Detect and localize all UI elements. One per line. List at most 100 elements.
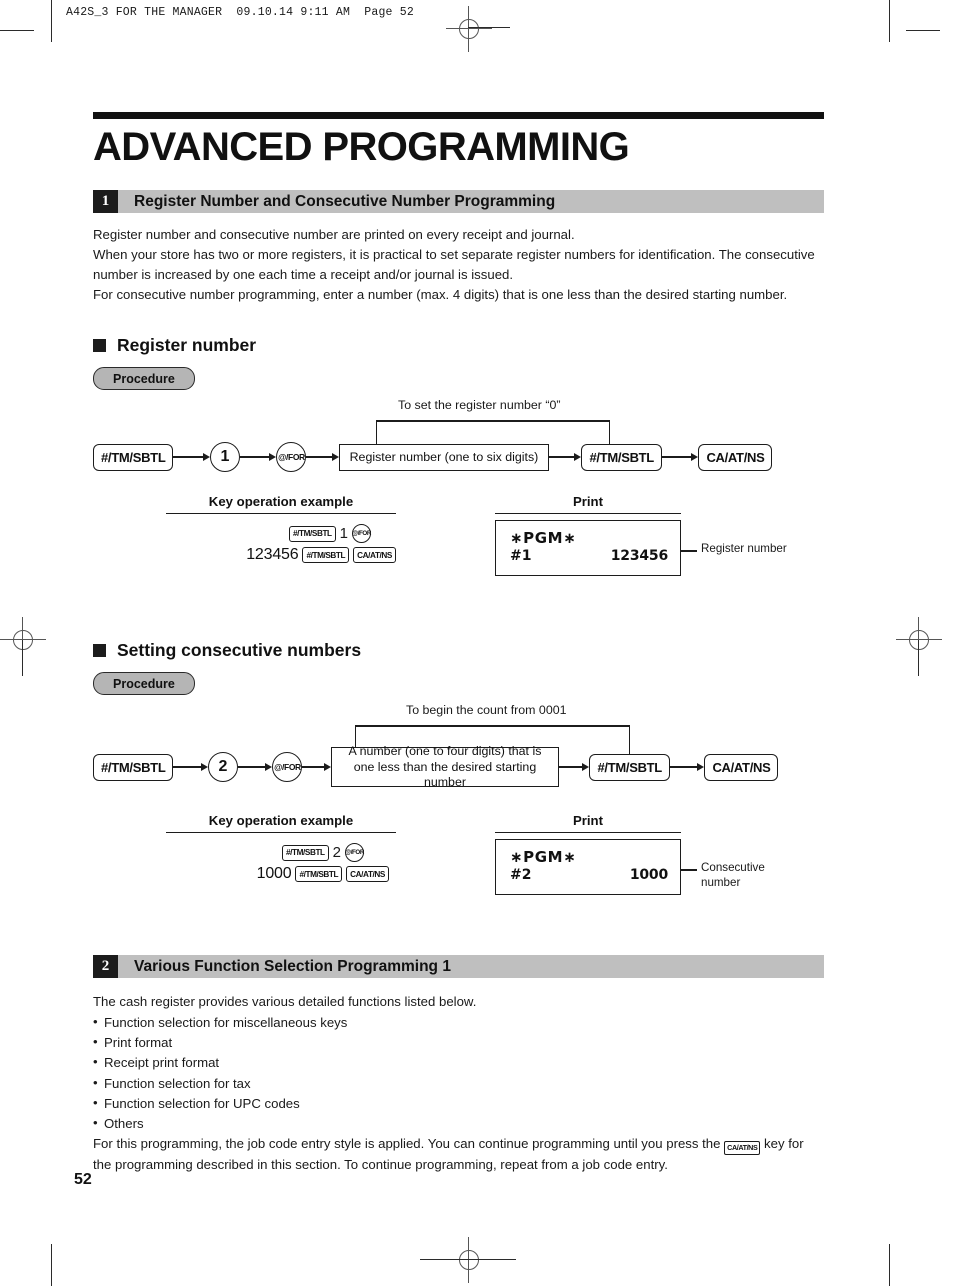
callout-leader-line-2 (681, 869, 697, 871)
crop-rule-bottom (420, 1259, 516, 1260)
list-item: Function selection for UPC codes (93, 1093, 824, 1114)
key-operation-example-2: #/TM/SBTL 2 @/FOR 1000 #/TM/SBTL CA/AT/N… (186, 843, 389, 883)
example-key-caatns-2[interactable]: CA/AT/NS (346, 866, 389, 883)
section-title-1: Register Number and Consecutive Number P… (118, 190, 824, 213)
subsection-heading-register-number: Register number (93, 335, 824, 356)
flow-entry-box-2[interactable]: A number (one to four digits) that is on… (330, 744, 559, 789)
example-digit-1: 1 (339, 525, 348, 543)
registration-mark-left (0, 617, 46, 663)
procedure-badge-1: Procedure (93, 367, 195, 391)
print-receipt-2: ∗PGM∗ #2 1000 (495, 839, 681, 896)
section-2-bullet-list: Function selection for miscellaneous key… (93, 1012, 824, 1134)
example-digit-2: 2 (332, 844, 341, 862)
section-1-paragraph-3: For consecutive number programming, ente… (93, 287, 788, 303)
registration-mark-right (896, 617, 942, 663)
example-key-for-2[interactable]: @/FOR (345, 843, 364, 863)
example-amount-2: 1000 (256, 865, 292, 883)
flow-arrow-1c (306, 453, 339, 462)
list-item: Print format (93, 1032, 824, 1053)
crop-mark-top-left-vertical (51, 0, 52, 42)
flow-diagram-consecutive-numbers: To begin the count from 0001 #/TM/SBTL 2… (93, 703, 824, 789)
crop-mark-top-left-horizontal (0, 30, 34, 31)
key-example-row-2a: #/TM/SBTL 2 @/FOR (186, 843, 389, 863)
page-number: 52 (74, 1171, 92, 1188)
key-operation-example-header-1: Key operation example (166, 494, 396, 515)
receipt-line-1: #1 123456 (510, 548, 668, 564)
callout-text-2: Consecutive number (701, 861, 765, 889)
crop-mark-bottom-right-vertical (889, 1244, 890, 1286)
section-number-badge-1: 1 (93, 190, 118, 213)
section-header-1: 1 Register Number and Consecutive Number… (93, 190, 824, 213)
flow-key-caatns-1[interactable]: CA/AT/NS (698, 443, 773, 471)
page-title: ADVANCED PROGRAMMING (93, 125, 630, 169)
example-key-for-1[interactable]: @/FOR (352, 524, 371, 544)
flow-key-for-1[interactable]: @/FOR (276, 442, 307, 473)
key-operation-example-header-2: Key operation example (166, 813, 396, 834)
section-2-outro-part-a: For this programming, the job code entry… (93, 1135, 721, 1151)
print-header-1: Print (495, 494, 681, 515)
flow-diagram-register-number: To set the register number “0” #/TM/SBTL… (93, 398, 824, 473)
flow-arrow-2c (302, 763, 331, 772)
example-amount-1: 123456 (246, 546, 299, 564)
flow-digit-1[interactable]: 1 (209, 442, 240, 473)
key-example-row-1b: 123456 #/TM/SBTL CA/AT/NS (186, 546, 396, 564)
print-receipt-1: ∗PGM∗ #1 123456 (495, 520, 681, 577)
section-1-paragraph-1: Register number and consecutive number a… (93, 227, 575, 242)
subsection-heading-consecutive-numbers: Setting consecutive numbers (93, 640, 824, 661)
example-print-panels-2: Key operation example Print #/TM/SBTL 2 … (93, 813, 824, 909)
callout-text-1: Register number (701, 542, 787, 556)
crop-mark-top-right-horizontal (906, 30, 940, 31)
black-square-bullet-icon (93, 339, 106, 353)
flow-digit-2[interactable]: 2 (207, 752, 238, 783)
flow-key-tmsbtl-2b[interactable]: #/TM/SBTL (589, 753, 670, 781)
key-operation-example-1: #/TM/SBTL 1 @/FOR 123456 #/TM/SBTL CA/AT… (186, 524, 396, 564)
section-1-paragraph-2: When your store has two or more register… (93, 247, 815, 283)
flow-key-tmsbtl-1b[interactable]: #/TM/SBTL (581, 443, 662, 471)
flow-key-tmsbtl-2a[interactable]: #/TM/SBTL (93, 753, 174, 781)
receipt-id-1: #1 (510, 548, 532, 565)
receipt-line-2: #2 1000 (510, 867, 668, 883)
example-key-tmsbtl-2b[interactable]: #/TM/SBTL (295, 866, 343, 883)
list-item: Others (93, 1113, 824, 1134)
example-key-tmsbtl-2a[interactable]: #/TM/SBTL (281, 844, 329, 861)
flow-arrow-1a (173, 453, 210, 462)
procedure-badge-2: Procedure (93, 672, 195, 696)
flow-entry-box-1[interactable]: Register number (one to six digits) (338, 443, 549, 471)
section-2-intro: The cash register provides various detai… (93, 994, 477, 1010)
flow-key-tmsbtl-1a[interactable]: #/TM/SBTL (93, 443, 174, 471)
flow-arrow-2d (558, 763, 590, 772)
receipt-pgm-label-2: ∗PGM∗ (510, 848, 577, 867)
list-item: Receipt print format (93, 1052, 824, 1073)
callout-leader-line-1 (681, 550, 697, 552)
section-title-2: Various Function Selection Programming 1 (118, 955, 824, 979)
example-key-tmsbtl-1a[interactable]: #/TM/SBTL (288, 525, 336, 542)
list-item: Function selection for tax (93, 1072, 824, 1094)
flow-arrow-1b (239, 453, 277, 462)
crop-mark-bottom-left-vertical (51, 1244, 52, 1286)
flow-key-for-2[interactable]: @/FOR (272, 752, 303, 783)
black-square-bullet-icon-2 (93, 644, 106, 658)
flow-arrow-2b (237, 763, 273, 772)
bypass-label-1: To set the register number “0” (398, 398, 561, 413)
flow-key-caatns-2[interactable]: CA/AT/NS (704, 753, 779, 781)
subsection-title-text-2: Setting consecutive numbers (117, 640, 362, 661)
flow-arrow-2e (669, 763, 705, 772)
flow-arrow-1d (548, 453, 582, 462)
registration-mark-bottom (446, 1237, 492, 1283)
crop-rule-left (22, 640, 23, 676)
key-example-row-2b: 1000 #/TM/SBTL CA/AT/NS (186, 865, 389, 883)
callout-register-number: Register number (681, 542, 787, 556)
key-example-row-1a: #/TM/SBTL 1 @/FOR (186, 524, 396, 544)
example-key-tmsbtl-1b[interactable]: #/TM/SBTL (302, 547, 350, 564)
bypass-line-top-2 (355, 725, 630, 727)
crop-rule-right (918, 640, 919, 676)
receipt-id-2: #2 (510, 867, 532, 884)
section-header-2: 2 Various Function Selection Programming… (93, 955, 824, 979)
subsection-title-text: Register number (117, 335, 257, 356)
inline-key-caatns[interactable]: CA/AT/NS (724, 1141, 761, 1156)
example-key-caatns-1[interactable]: CA/AT/NS (353, 547, 396, 564)
receipt-value-1: 123456 (610, 548, 668, 565)
callout-consecutive-number: Consecutive number (681, 861, 765, 890)
crop-mark-top-right-vertical (889, 0, 890, 42)
flow-arrow-1e (661, 453, 699, 462)
